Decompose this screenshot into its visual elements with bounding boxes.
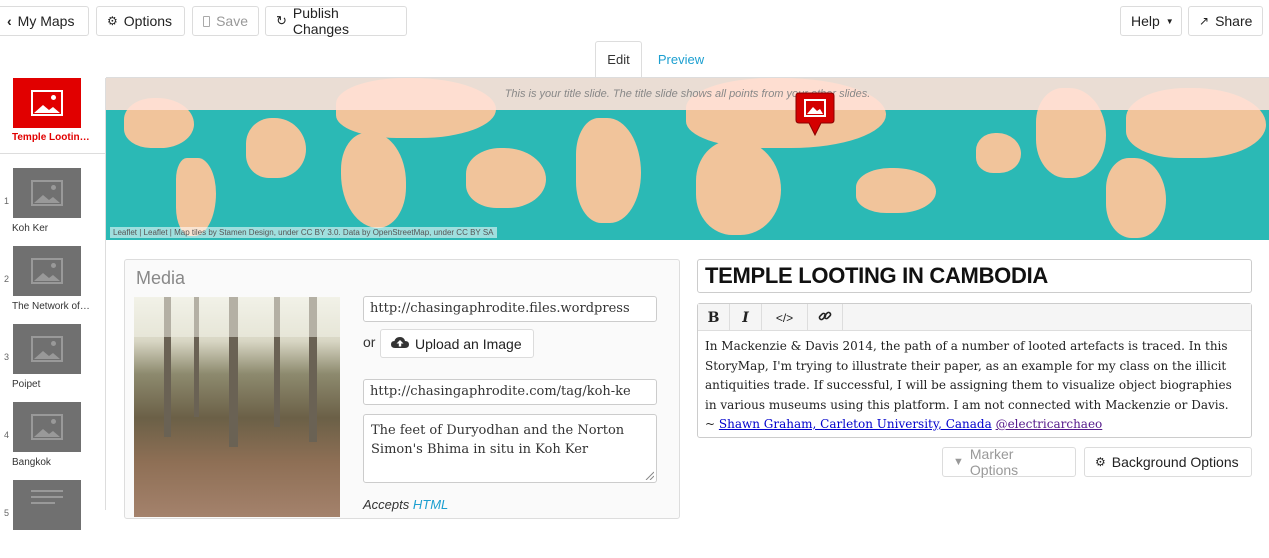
rich-text-editor[interactable]: B I </> In Mackenzie & Davis 2014, the p… — [697, 303, 1252, 438]
map-land — [976, 133, 1021, 173]
gear-icon: ⚙ — [1095, 455, 1106, 469]
caption-text: The feet of Duryodhan and the Norton Sim… — [371, 423, 625, 457]
share-label: Share — [1215, 13, 1253, 29]
media-url-input[interactable]: http://chasingaphrodite.files.wordpress — [363, 296, 657, 322]
sidebar-slide-3[interactable]: 3 Poipet — [0, 324, 106, 402]
map-land — [341, 133, 406, 228]
help-label: Help — [1131, 13, 1160, 29]
sidebar-slide-2[interactable]: 2 The Network of Trafficking — [0, 246, 106, 324]
map-view[interactable]: This is your title slide. The title slid… — [106, 78, 1269, 240]
image-icon — [31, 336, 63, 362]
slide-thumbnail — [13, 402, 81, 452]
map-land — [246, 118, 306, 178]
marker-options-label: Marker Options — [969, 446, 1019, 478]
sidebar-slide-5[interactable]: 5 — [0, 480, 106, 558]
map-marker-icon[interactable] — [794, 90, 836, 138]
image-icon — [31, 90, 63, 116]
slide-number: 2 — [4, 274, 10, 284]
slide-title-input[interactable]: TEMPLE LOOTING IN CAMBODIA — [697, 259, 1252, 293]
slide-thumbnail — [13, 324, 81, 374]
media-caption-textarea[interactable]: The feet of Duryodhan and the Norton Sim… — [363, 414, 657, 483]
tab-edit[interactable]: Edit — [595, 41, 642, 78]
my-maps-button[interactable]: ‹ My Maps — [0, 6, 89, 36]
publish-label: Publish Changes — [292, 5, 349, 37]
map-land — [466, 148, 546, 208]
map-caption: This is your title slide. The title slid… — [504, 88, 871, 100]
tab-preview[interactable]: Preview — [652, 41, 710, 78]
slide-number: 4 — [4, 430, 10, 440]
slide-thumbnail — [13, 246, 81, 296]
resize-handle-icon[interactable] — [644, 470, 654, 480]
image-icon — [31, 180, 63, 206]
refresh-icon: ↻ — [276, 13, 287, 28]
background-options-label: Background Options — [1111, 454, 1239, 470]
or-label: or — [363, 334, 376, 350]
text-lines-icon — [31, 490, 63, 504]
help-button[interactable]: Help ▼ — [1120, 6, 1182, 36]
upload-image-button[interactable]: Upload an Image — [380, 329, 534, 358]
sidebar-slide-1[interactable]: 1 Koh Ker — [0, 168, 106, 246]
slide-thumbnail — [13, 168, 81, 218]
marker-options-button[interactable]: ▼ Marker Options — [942, 446, 1076, 478]
map-land — [176, 158, 216, 236]
chevron-left-icon: ‹ — [7, 13, 12, 29]
share-icon: ↗ — [1199, 14, 1210, 28]
gear-icon: ⚙ — [107, 14, 118, 28]
options-label: Options — [123, 13, 173, 29]
slide-label: Bangkok — [12, 457, 51, 468]
slide-label: Koh Ker — [12, 223, 49, 234]
editor-tabs: Edit Preview — [0, 41, 1269, 78]
cloud-upload-icon — [391, 336, 409, 352]
code-button[interactable]: </> — [762, 304, 808, 331]
my-maps-label: My Maps — [17, 13, 75, 29]
slide-number: 1 — [4, 196, 10, 206]
body-text: In Mackenzie & Davis 2014, the path of a… — [705, 339, 1232, 412]
media-heading: Media — [136, 268, 186, 288]
map-land — [696, 140, 781, 235]
image-icon — [31, 258, 63, 284]
media-photo — [134, 297, 340, 517]
sidebar-slide-4[interactable]: 4 Bangkok — [0, 402, 106, 480]
map-attribution: Leaflet | Leaflet | Map tiles by Stamen … — [110, 227, 497, 238]
map-land — [576, 118, 641, 223]
image-icon — [31, 414, 63, 440]
map-land — [856, 168, 936, 213]
italic-button[interactable]: I — [730, 304, 762, 331]
save-icon — [203, 15, 211, 27]
background-options-button[interactable]: ⚙ Background Options — [1084, 447, 1252, 477]
upload-label: Upload an Image — [415, 335, 522, 352]
caret-down-icon: ▼ — [1165, 16, 1174, 26]
share-button[interactable]: ↗ Share — [1188, 6, 1263, 36]
title-slide-item[interactable]: Temple Looting in Cambodia — [0, 78, 106, 154]
author-link[interactable]: Shawn Graham, Carleton University, Canad… — [719, 417, 992, 431]
publish-changes-button[interactable]: ↻ Publish Changes — [265, 5, 407, 37]
slide-thumbnail — [13, 480, 81, 530]
twitter-link[interactable]: @electricarchaeo — [996, 417, 1103, 431]
options-button[interactable]: ⚙ Options — [96, 6, 185, 36]
link-icon — [818, 309, 832, 326]
map-land — [1106, 158, 1166, 238]
save-button[interactable]: Save — [192, 6, 259, 36]
link-button[interactable] — [808, 304, 843, 331]
slide-number: 3 — [4, 352, 10, 362]
slide-label: The Network of Trafficking — [12, 301, 92, 312]
slide-sidebar: Temple Looting in Cambodia 1 Koh Ker 2 T… — [0, 78, 106, 530]
title-slide-thumbnail — [13, 78, 81, 128]
save-label: Save — [216, 13, 248, 29]
map-marker-icon: ▼ — [953, 456, 964, 468]
bold-button[interactable]: B — [698, 304, 730, 331]
media-credit-input[interactable]: http://chasingaphrodite.com/tag/koh-ke — [363, 379, 657, 405]
slide-body-text[interactable]: In Mackenzie & Davis 2014, the path of a… — [705, 337, 1247, 435]
slide-label: Poipet — [12, 379, 41, 390]
signature-prefix: ~ — [705, 417, 719, 431]
title-slide-label: Temple Looting in Cambodia — [12, 132, 92, 143]
editor-toolbar: B I </> — [698, 304, 1251, 331]
